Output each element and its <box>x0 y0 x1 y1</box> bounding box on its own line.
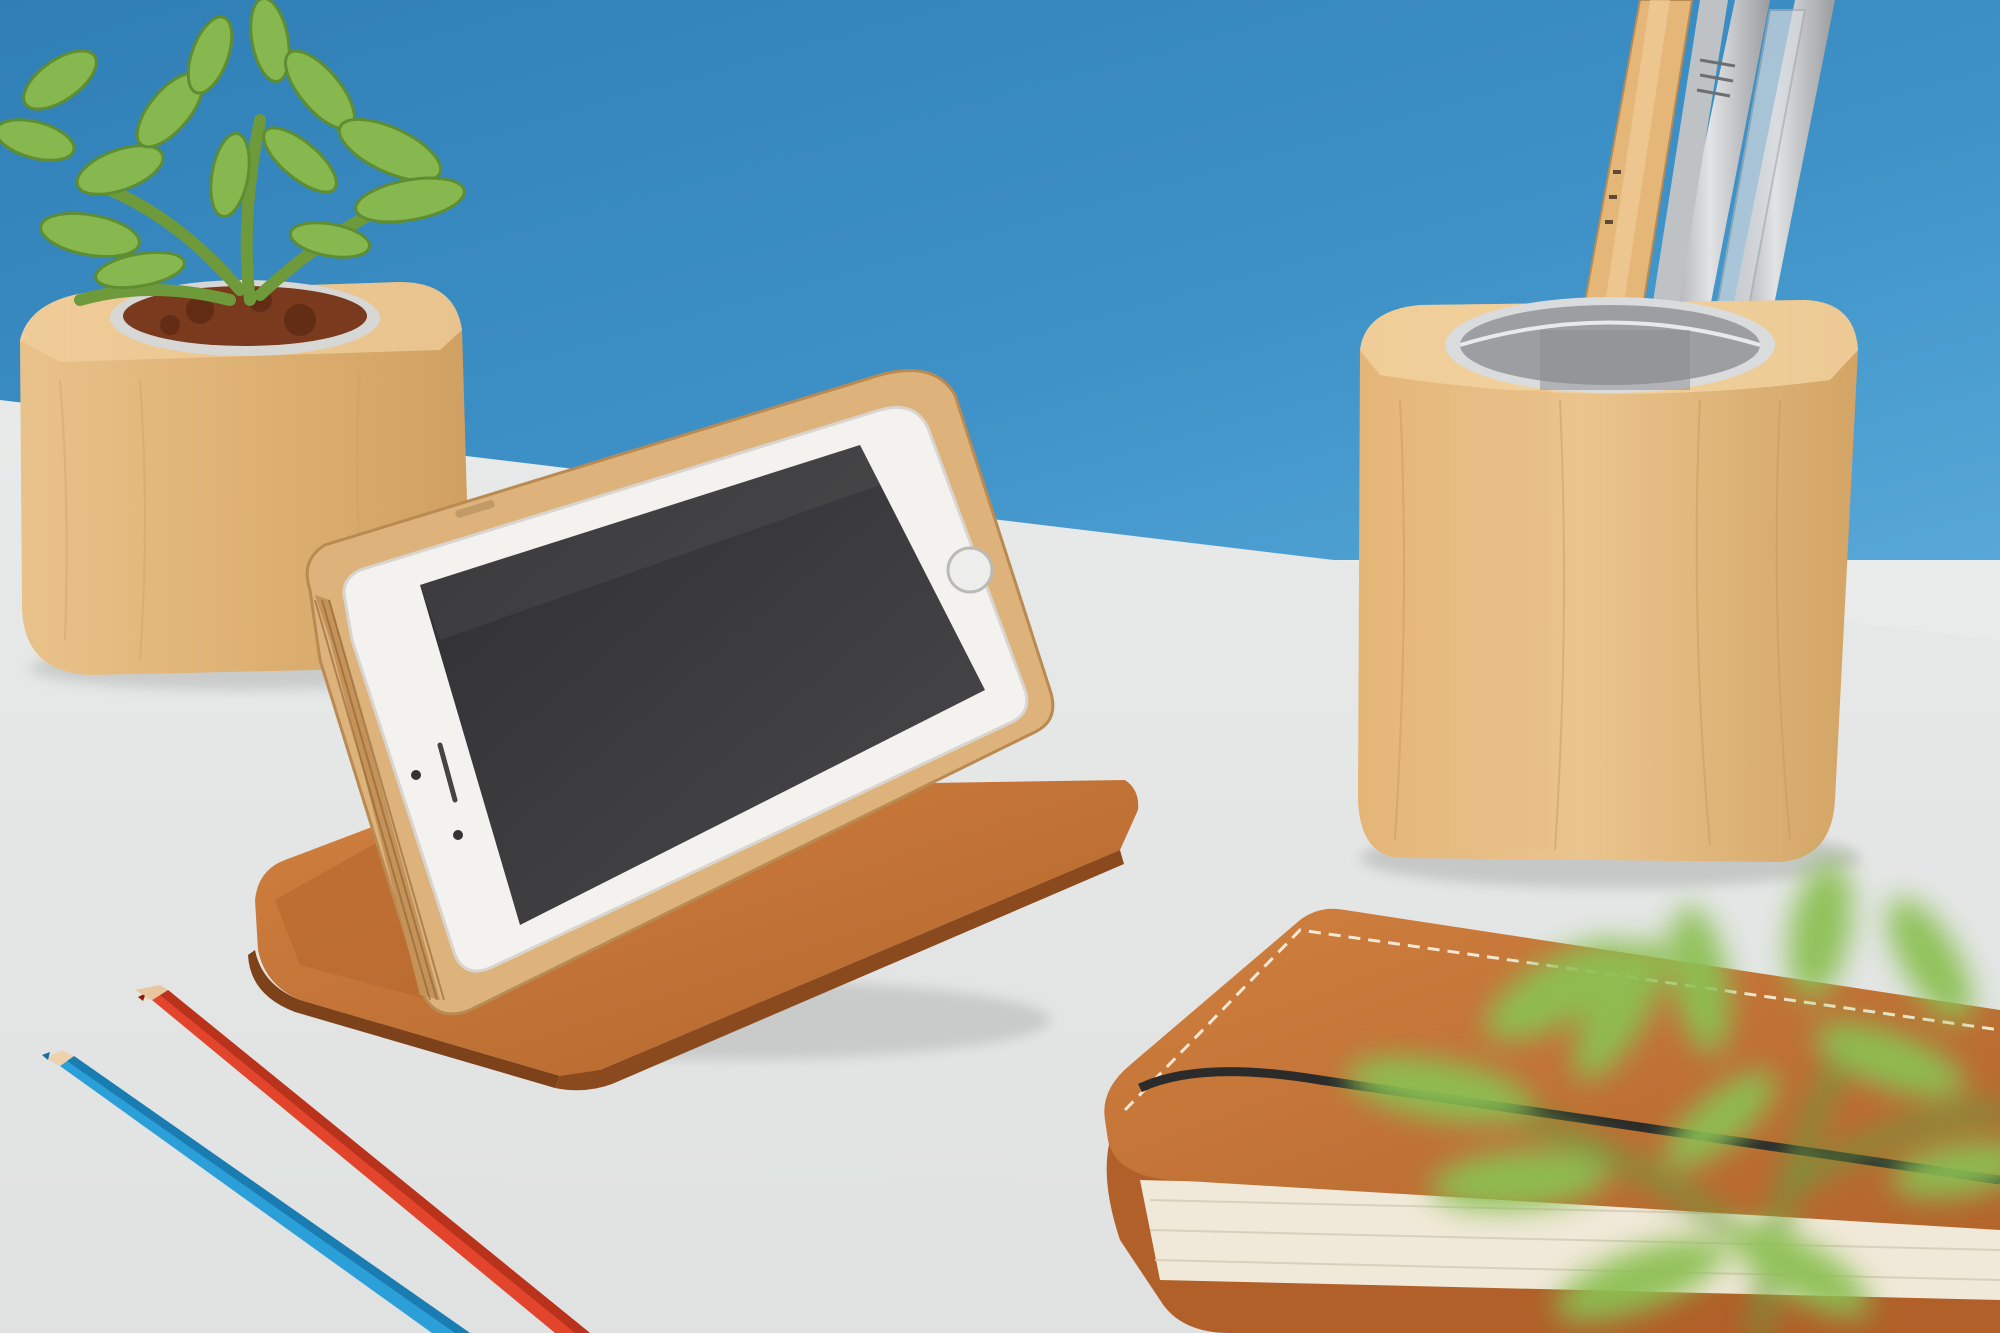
phone-camera <box>411 770 421 780</box>
scene-svg <box>0 0 2000 1333</box>
product-photo <box>0 0 2000 1333</box>
home-button <box>946 546 994 594</box>
